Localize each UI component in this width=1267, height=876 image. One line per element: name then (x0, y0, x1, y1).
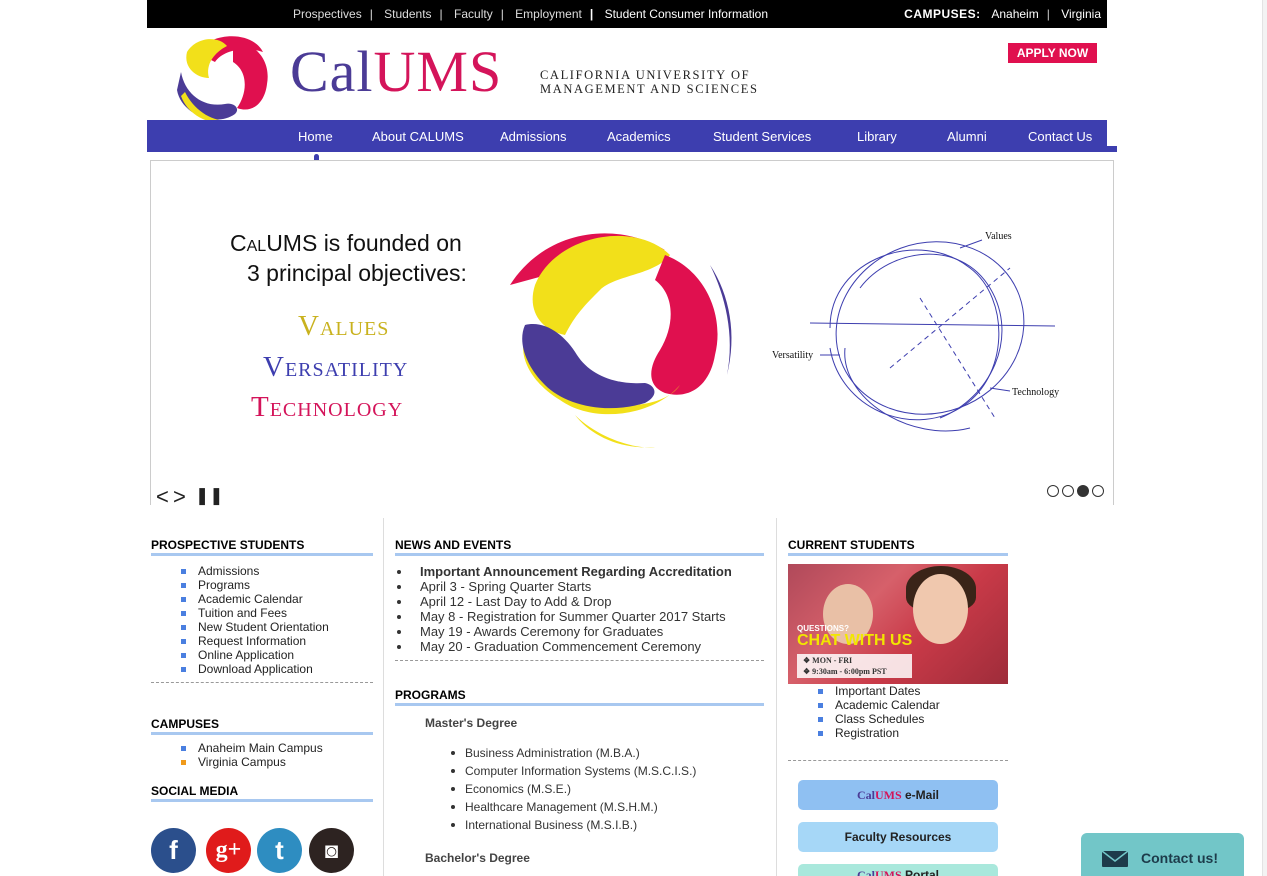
slider-dot-2[interactable] (1062, 485, 1074, 497)
slider-prev-button[interactable]: < (156, 484, 169, 510)
list-item[interactable]: Tuition and Fees (181, 606, 329, 620)
program-item[interactable]: Business Administration (M.B.A.) (449, 744, 696, 762)
news-item[interactable]: Important Announcement Regarding Accredi… (395, 564, 732, 579)
envelope-icon (1101, 850, 1129, 867)
campus-link-virginia[interactable]: Virginia (1061, 7, 1101, 21)
list-item[interactable]: Registration (818, 726, 940, 740)
nav-academics[interactable]: Academics (607, 129, 671, 144)
divider (788, 760, 1008, 761)
column-divider (776, 518, 777, 876)
news-item: April 12 - Last Day to Add & Drop (395, 594, 732, 609)
campuses-heading: CAMPUSES (151, 717, 373, 735)
calums-email-button[interactable]: CalUMS e-Mail (798, 780, 998, 810)
values-diagram: Values Versatility Technology (772, 231, 1059, 432)
program-item[interactable]: International Business (M.S.I.B.) (449, 816, 696, 834)
top-bar: Prospectives | Students | Faculty | Employm… (147, 0, 1107, 28)
news-item: April 3 - Spring Quarter Starts (395, 579, 732, 594)
objective-versatility: Versatility (263, 351, 409, 383)
social-heading: SOCIAL MEDIA (151, 784, 373, 802)
list-item[interactable]: Academic Calendar (818, 698, 940, 712)
slider-next-button[interactable]: > (173, 484, 186, 510)
slider-dots (1047, 485, 1107, 503)
objective-technology: Technology (251, 391, 404, 423)
program-item[interactable]: Economics (M.S.E.) (449, 780, 696, 798)
slide-headline: CalUMS is founded on 3 principal objecti… (230, 230, 467, 286)
nav-home[interactable]: Home (298, 129, 333, 144)
slider-pause-button[interactable]: ❚❚ (195, 486, 224, 506)
calums-portal-button[interactable]: CalUMS Portal (798, 864, 998, 876)
current-students-list: Important Dates Academic Calendar Class … (818, 684, 940, 740)
news-heading: NEWS AND EVENTS (395, 538, 764, 556)
top-link-employment[interactable]: Employment (515, 7, 582, 21)
slider-dot-4[interactable] (1092, 485, 1104, 497)
column-divider (383, 518, 384, 876)
slider-dot-1[interactable] (1047, 485, 1059, 497)
prospective-heading: PROSPECTIVE STUDENTS (151, 538, 373, 556)
top-link-prospectives[interactable]: Prospectives (293, 7, 362, 21)
divider (395, 660, 764, 661)
instagram-icon[interactable]: ◙ (309, 828, 354, 873)
main-nav: Home About CALUMS Admissions Academics S… (147, 120, 1107, 152)
calums-wordmark[interactable]: CalUMS (290, 42, 502, 102)
campuses-list: Anaheim Main Campus Virginia Campus (181, 741, 323, 769)
campus-anaheim-link[interactable]: Anaheim Main Campus (181, 741, 323, 755)
calums-logo-mark[interactable] (175, 32, 275, 127)
divider (151, 682, 373, 683)
current-students-heading: CURRENT STUDENTS (788, 538, 1008, 556)
top-link-faculty[interactable]: Faculty (454, 7, 493, 21)
news-item: May 19 - Awards Ceremony for Graduates (395, 624, 732, 639)
apply-now-button[interactable]: APPLY NOW (1008, 43, 1097, 63)
nav-alumni[interactable]: Alumni (947, 129, 987, 144)
contact-us-label: Contact us! (1141, 850, 1218, 866)
list-item[interactable]: Class Schedules (818, 712, 940, 726)
nav-library[interactable]: Library (857, 129, 897, 144)
list-item[interactable]: Download Application (181, 662, 329, 676)
page-scrollbar[interactable] (1262, 0, 1267, 876)
masters-heading: Master's Degree (425, 716, 518, 730)
list-item[interactable]: Admissions (181, 564, 329, 578)
list-item[interactable]: Important Dates (818, 684, 940, 698)
nav-about[interactable]: About CALUMS (372, 129, 464, 144)
nav-tail (1107, 146, 1117, 152)
diagram-label-versatility: Versatility (772, 350, 813, 361)
chat-with-us-banner[interactable]: QUESTIONS? CHAT WITH US ❖ MON - FRI ❖ 9:3… (788, 564, 1008, 684)
nav-student-services[interactable]: Student Services (713, 129, 811, 144)
list-item[interactable]: Programs (181, 578, 329, 592)
nav-contact[interactable]: Contact Us (1028, 129, 1092, 144)
news-list: Important Announcement Regarding Accredi… (395, 564, 732, 654)
news-item: May 8 - Registration for Summer Quarter … (395, 609, 732, 624)
google-plus-icon[interactable]: g+ (206, 828, 251, 873)
top-link-consumer-info[interactable]: Student Consumer Information (605, 7, 768, 21)
program-item[interactable]: Healthcare Management (M.S.H.M.) (449, 798, 696, 816)
list-item[interactable]: New Student Orientation (181, 620, 329, 634)
objective-values: Values (298, 310, 390, 342)
campus-virginia-link[interactable]: Virginia Campus (181, 755, 323, 769)
campuses-label: CAMPUSES: (904, 7, 981, 21)
diagram-label-values: Values (985, 231, 1012, 242)
facebook-icon[interactable]: f (151, 828, 196, 873)
list-item[interactable]: Academic Calendar (181, 592, 329, 606)
top-links: Prospectives | Students | Faculty | Employm… (293, 7, 768, 21)
masters-list: Business Administration (M.B.A.) Compute… (449, 744, 696, 834)
twitter-icon[interactable]: t (257, 828, 302, 873)
university-full-name: CALIFORNIA UNIVERSITY OF MANAGEMENT AND … (540, 68, 759, 96)
news-item: May 20 - Graduation Commencement Ceremon… (395, 639, 732, 654)
program-item[interactable]: Computer Information Systems (M.S.C.I.S.… (449, 762, 696, 780)
top-link-students[interactable]: Students (384, 7, 431, 21)
programs-heading: PROGRAMS (395, 688, 764, 706)
list-item[interactable]: Request Information (181, 634, 329, 648)
list-item[interactable]: Online Application (181, 648, 329, 662)
faculty-resources-button[interactable]: Faculty Resources (798, 822, 998, 852)
nav-admissions[interactable]: Admissions (500, 129, 566, 144)
contact-us-widget[interactable]: Contact us! (1081, 833, 1244, 876)
calums-logo-large (510, 233, 732, 448)
campus-link-anaheim[interactable]: Anaheim (991, 7, 1038, 21)
page: Prospectives | Students | Faculty | Employm… (0, 0, 1267, 876)
campus-links: CAMPUSES: Anaheim | Virginia (904, 7, 1101, 21)
prospective-list: Admissions Programs Academic Calendar Tu… (181, 564, 329, 676)
diagram-label-technology: Technology (1012, 387, 1059, 398)
slider-dot-3[interactable] (1077, 485, 1089, 497)
bachelors-heading: Bachelor's Degree (425, 851, 530, 865)
